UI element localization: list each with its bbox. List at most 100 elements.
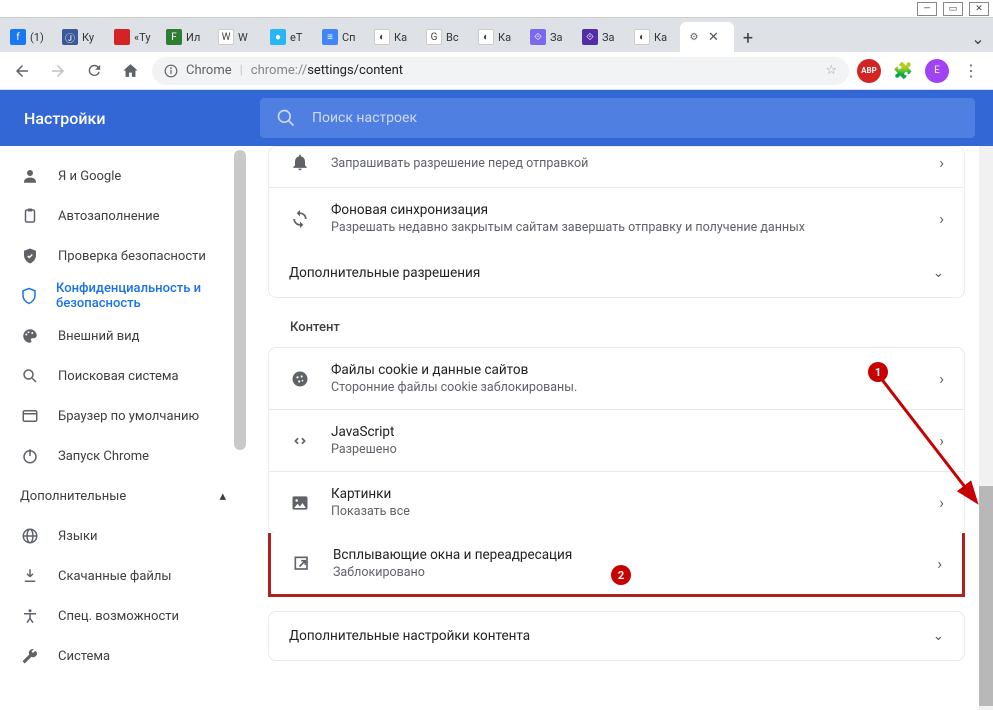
extensions-puzzle-icon[interactable]: 🧩 (889, 57, 917, 85)
tab-label: Ку (82, 31, 94, 44)
address-bar[interactable]: Chrome | chrome://settings/content ☆ (152, 57, 849, 85)
back-button[interactable] (8, 57, 36, 85)
sidebar-item[interactable]: Скачанные файлы (0, 556, 246, 596)
row-subtitle: Разрешать недавно закрытым сайтам заверш… (331, 220, 919, 235)
new-tab-button[interactable]: + (734, 24, 762, 52)
sidebar-item[interactable]: Поисковая система (0, 356, 246, 396)
home-button[interactable] (116, 57, 144, 85)
row-images[interactable]: Картинки Показать все › (269, 471, 964, 533)
row-title: Файлы cookie и данные сайтов (331, 362, 919, 378)
browser-tab[interactable]: WW (212, 22, 264, 52)
browser-tab[interactable]: ◐ Ка (628, 22, 680, 52)
clipboard-icon (20, 206, 40, 226)
sidebar-item[interactable]: Автозаполнение (0, 196, 246, 236)
settings-title: Настройки (0, 109, 260, 128)
browser-tab[interactable]: GВс (420, 22, 472, 52)
sidebar-item-label: Запуск Chrome (58, 449, 149, 464)
tab-favicon-icon: ◐ (634, 29, 650, 45)
settings-gear-icon: ⚙ (686, 29, 702, 45)
power-icon (20, 446, 40, 466)
window-minimize-button[interactable]: — (917, 2, 937, 16)
row-subtitle: Запрашивать разрешение перед отправкой (331, 156, 919, 171)
settings-search-input[interactable]: Поиск настроек (260, 98, 975, 138)
browser-tab[interactable]: ◐Ка (368, 22, 420, 52)
chevron-right-icon: › (939, 209, 944, 228)
search-placeholder: Поиск настроек (312, 110, 417, 126)
os-titlebar: — ▭ ✕ (0, 0, 993, 18)
browser-tab[interactable]: ◐ Ка (472, 22, 524, 52)
forward-button[interactable] (44, 57, 72, 85)
row-background-sync[interactable]: Фоновая синхронизация Разрешать недавно … (269, 187, 964, 249)
sidebar-scrollbar[interactable] (234, 150, 246, 450)
tab-favicon-icon: Ⓙ (62, 29, 78, 45)
popup-icon (291, 553, 313, 575)
profile-avatar[interactable]: Е (925, 59, 949, 83)
row-popups-redirects[interactable]: Всплывающие окна и переадресация Заблоки… (271, 533, 962, 594)
person-icon (20, 166, 40, 186)
row-subtitle: Показать все (331, 504, 919, 519)
bookmark-star-icon[interactable]: ☆ (825, 63, 837, 78)
sidebar-item-label: Браузер по умолчанию (58, 409, 199, 424)
tab-label: За (602, 31, 615, 44)
tab-label: Ка (498, 31, 511, 44)
annotation-arrow (870, 365, 990, 525)
sidebar-section-advanced[interactable]: Дополнительные ▴ (0, 476, 246, 516)
browser-tab[interactable]: f(1) (4, 22, 56, 52)
browser-menu-button[interactable]: ⋮ (957, 57, 985, 85)
settings-header: Настройки Поиск настроек (0, 90, 993, 146)
browser-tab[interactable]: ●eT (264, 22, 316, 52)
sidebar-item-label: Поисковая система (58, 369, 179, 384)
row-javascript[interactable]: JavaScript Разрешено › (269, 409, 964, 471)
code-icon (289, 430, 311, 452)
sidebar-item-label: Языки (58, 529, 98, 544)
row-notifications[interactable]: Запрашивать разрешение перед отправкой › (269, 147, 964, 187)
row-additional-content-settings[interactable]: Дополнительные настройки контента ⌄ (269, 612, 964, 660)
tab-label: Ка (654, 31, 667, 44)
browser-tab[interactable]: Ⓙ Ку (56, 22, 108, 52)
row-cookies[interactable]: Файлы cookie и данные сайтов Сторонние ф… (269, 348, 964, 409)
tab-favicon-icon: ◐ (478, 29, 494, 45)
tab-overflow-button[interactable]: ⌄ (967, 24, 989, 52)
sidebar-item[interactable]: Конфиденциальность и безопасность (0, 276, 246, 316)
browser-tab[interactable]: «Ту (108, 22, 160, 52)
sidebar-item[interactable]: Браузер по умолчанию (0, 396, 246, 436)
row-additional-permissions[interactable]: Дополнительные разрешения ⌄ (269, 249, 964, 297)
download-icon (20, 566, 40, 586)
sidebar-item[interactable]: Внешний вид (0, 316, 246, 356)
browser-tab-active[interactable]: ⚙ ✕ (680, 22, 734, 52)
wrench-icon (20, 646, 40, 666)
site-info-icon (164, 64, 178, 78)
window-close-button[interactable]: ✕ (969, 2, 989, 16)
sidebar-item[interactable]: Запуск Chrome (0, 436, 246, 476)
tab-favicon-icon (114, 29, 130, 45)
chevron-right-icon: › (937, 554, 942, 573)
window-icon (20, 406, 40, 426)
tab-close-icon[interactable]: ✕ (708, 30, 719, 45)
search-icon (276, 108, 296, 128)
tab-label: Ка (394, 31, 407, 44)
tab-label: eT (290, 31, 302, 44)
sidebar-item[interactable]: Я и Google (0, 156, 246, 196)
sidebar-item[interactable]: Языки (0, 516, 246, 556)
tab-label: «Ту (134, 31, 151, 44)
sidebar-item[interactable]: Проверка безопасности (0, 236, 246, 276)
tab-favicon-icon: f (10, 29, 26, 45)
section-label-content: Контент (268, 298, 965, 347)
browser-tab[interactable]: ⟐За (576, 22, 628, 52)
abp-extension-icon[interactable]: ABP (857, 59, 881, 83)
browser-tab[interactable]: ≡Сп (316, 22, 368, 52)
reload-button[interactable] (80, 57, 108, 85)
window-maximize-button[interactable]: ▭ (943, 2, 963, 16)
row-title: Дополнительные разрешения (289, 265, 480, 281)
settings-sidebar: Я и Google АвтозаполнениеПроверка безопас… (0, 146, 246, 710)
browser-tab[interactable]: ⟐За (524, 22, 576, 52)
sidebar-item-label: Я и Google (58, 169, 121, 184)
url-text: chrome://settings/content (251, 63, 403, 78)
tab-label: Ил (186, 31, 200, 44)
globe-icon (20, 526, 40, 546)
browser-tab[interactable]: FИл (160, 22, 212, 52)
sidebar-item[interactable]: Спец. возможности (0, 596, 246, 636)
chevron-down-icon: ⌄ (933, 265, 944, 281)
sidebar-item[interactable]: Система (0, 636, 246, 676)
sidebar-item-label: Спец. возможности (58, 609, 179, 624)
